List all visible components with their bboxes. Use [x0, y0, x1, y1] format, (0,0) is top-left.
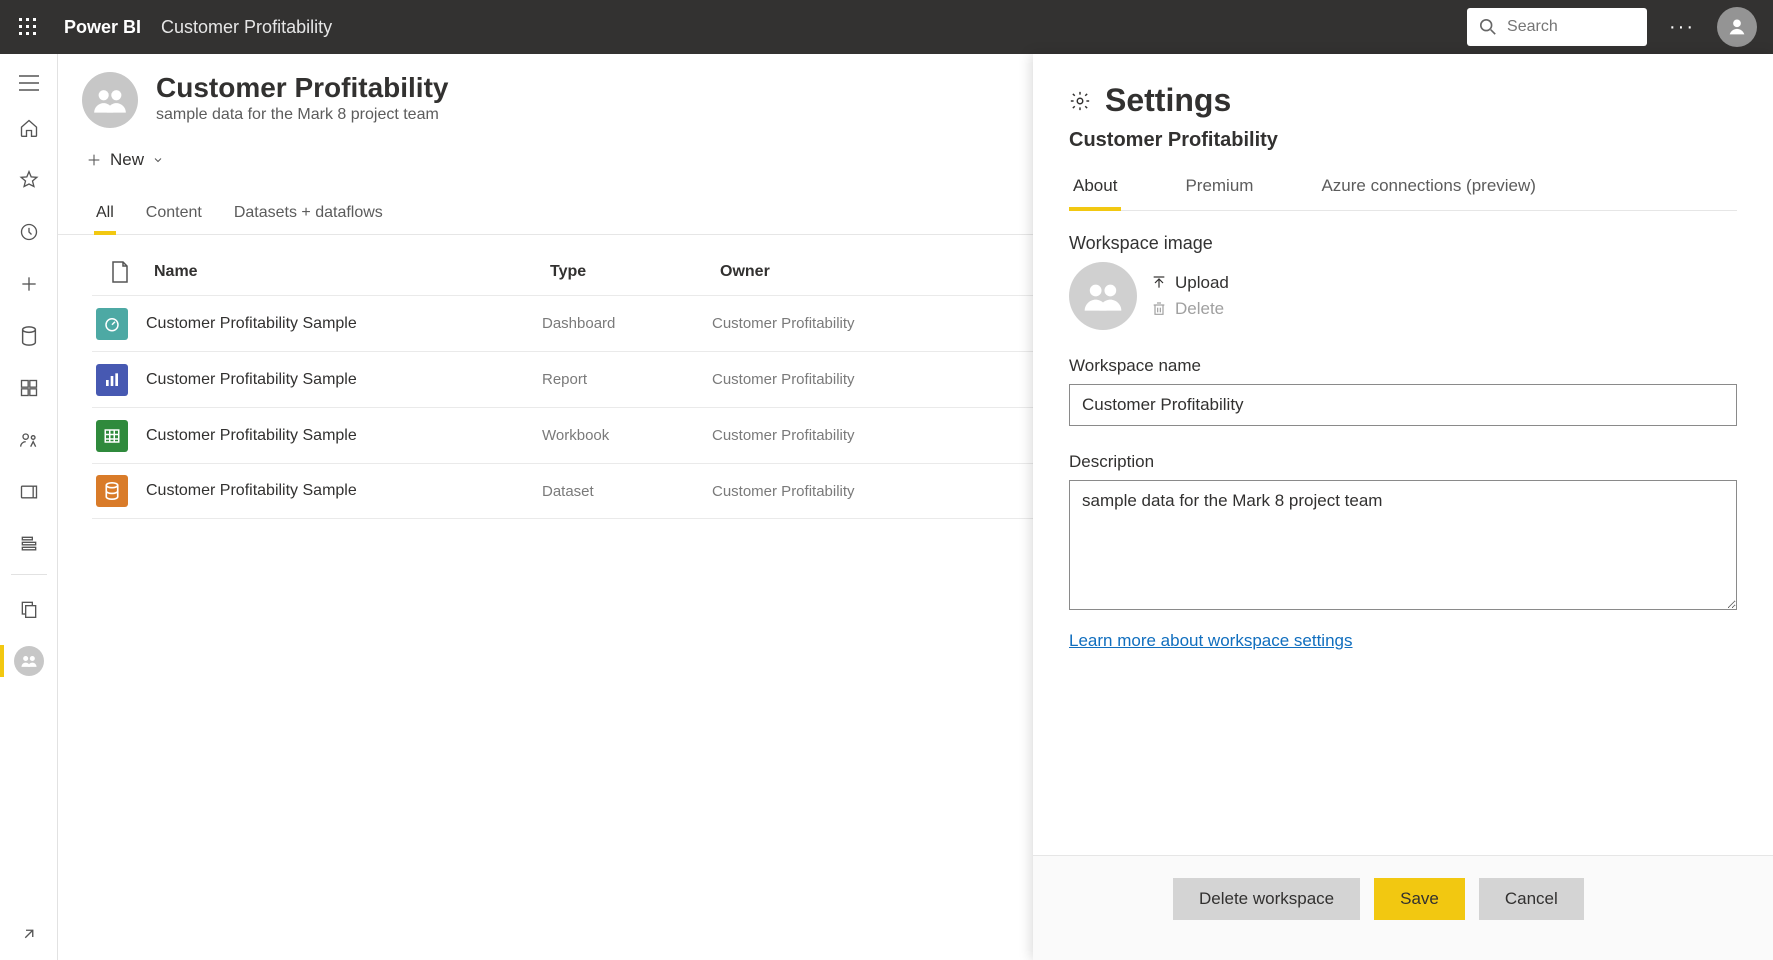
workspace-title: Customer Profitability: [156, 72, 448, 104]
row-name: Customer Profitability Sample: [132, 371, 542, 389]
description-textarea[interactable]: [1069, 480, 1737, 610]
more-actions-icon[interactable]: ···: [1663, 16, 1701, 39]
breadcrumb-page-title: Customer Profitability: [161, 17, 332, 38]
main-content: Customer Profitability sample data for t…: [58, 54, 1773, 960]
gear-icon: [1069, 90, 1091, 112]
settings-tabs: About Premium Azure connections (preview…: [1069, 168, 1737, 211]
nav-current-workspace[interactable]: [0, 635, 58, 687]
column-head-owner[interactable]: Owner: [720, 263, 920, 281]
upload-icon: [1151, 275, 1167, 291]
upload-label: Upload: [1175, 273, 1229, 293]
workspace-avatar: [82, 72, 138, 128]
learn-more-link[interactable]: Learn more about workspace settings: [1069, 631, 1353, 651]
global-search[interactable]: [1467, 8, 1647, 46]
column-head-icon: [100, 261, 140, 283]
nav-workspaces-icon[interactable]: [0, 518, 58, 570]
nav-separator: [11, 574, 47, 575]
row-owner: Customer Profitability: [712, 315, 912, 332]
row-type: Dataset: [542, 483, 712, 500]
row-type: Dashboard: [542, 315, 712, 332]
row-type: Report: [542, 371, 712, 388]
nav-learn-icon[interactable]: [0, 466, 58, 518]
nav-external-icon[interactable]: [0, 908, 58, 960]
column-head-type[interactable]: Type: [550, 263, 720, 281]
settings-tab-premium[interactable]: Premium: [1181, 168, 1257, 210]
row-type-icon: [92, 364, 132, 396]
row-type-icon: [92, 475, 132, 507]
save-button[interactable]: Save: [1374, 878, 1465, 920]
workspace-name-label: Workspace name: [1069, 356, 1737, 376]
person-icon: [1726, 16, 1748, 38]
cancel-button[interactable]: Cancel: [1479, 878, 1584, 920]
description-label: Description: [1069, 452, 1737, 472]
brand-label: Power BI: [64, 17, 141, 38]
workspace-name-input[interactable]: [1069, 384, 1737, 426]
nav-shared-icon[interactable]: [0, 414, 58, 466]
nav-apps-icon[interactable]: [0, 362, 58, 414]
row-name: Customer Profitability Sample: [132, 315, 542, 333]
settings-panel: Settings Customer Profitability About Pr…: [1033, 54, 1773, 960]
nav-toggle-icon[interactable]: [0, 64, 58, 102]
new-button[interactable]: New: [82, 144, 168, 176]
column-head-name[interactable]: Name: [140, 263, 550, 281]
plus-icon: [86, 152, 102, 168]
workspace-image-row: Upload Delete: [1069, 262, 1737, 330]
row-name: Customer Profitability Sample: [132, 427, 542, 445]
row-type: Workbook: [542, 427, 712, 444]
trash-icon: [1151, 301, 1167, 317]
row-owner: Customer Profitability: [712, 427, 912, 444]
row-owner: Customer Profitability: [712, 483, 912, 500]
settings-footer: Delete workspace Save Cancel: [1033, 855, 1773, 960]
settings-tab-about[interactable]: About: [1069, 168, 1121, 210]
delete-workspace-button[interactable]: Delete workspace: [1173, 878, 1360, 920]
top-bar: Power BI Customer Profitability ···: [0, 0, 1773, 54]
delete-label: Delete: [1175, 299, 1224, 319]
search-icon: [1479, 18, 1497, 36]
row-type-icon: [92, 420, 132, 452]
user-avatar[interactable]: [1717, 7, 1757, 47]
nav-favorites-icon[interactable]: [0, 154, 58, 206]
left-nav-rail: [0, 54, 58, 960]
search-input[interactable]: [1507, 18, 1635, 36]
delete-image-button: Delete: [1151, 299, 1229, 319]
row-owner: Customer Profitability: [712, 371, 912, 388]
tab-content[interactable]: Content: [144, 194, 204, 234]
new-button-label: New: [110, 150, 144, 170]
workspace-image-label: Workspace image: [1069, 233, 1737, 254]
tab-all[interactable]: All: [94, 194, 116, 234]
nav-home-icon[interactable]: [0, 102, 58, 154]
app-launcher-icon[interactable]: [16, 15, 40, 39]
nav-recent-icon[interactable]: [0, 206, 58, 258]
row-name: Customer Profitability Sample: [132, 482, 542, 500]
settings-subtitle: Customer Profitability: [1069, 129, 1737, 152]
settings-tab-azure[interactable]: Azure connections (preview): [1317, 168, 1539, 210]
tab-datasets-dataflows[interactable]: Datasets + dataflows: [232, 194, 385, 234]
row-type-icon: [92, 308, 132, 340]
nav-my-workspace-icon[interactable]: [0, 583, 58, 635]
chevron-down-icon: [152, 154, 164, 166]
workspace-subtitle: sample data for the Mark 8 project team: [156, 106, 448, 124]
settings-title-row: Settings: [1069, 82, 1737, 119]
upload-image-button[interactable]: Upload: [1151, 273, 1229, 293]
settings-title: Settings: [1105, 82, 1231, 119]
nav-create-icon[interactable]: [0, 258, 58, 310]
workspace-image-placeholder: [1069, 262, 1137, 330]
nav-datasets-icon[interactable]: [0, 310, 58, 362]
